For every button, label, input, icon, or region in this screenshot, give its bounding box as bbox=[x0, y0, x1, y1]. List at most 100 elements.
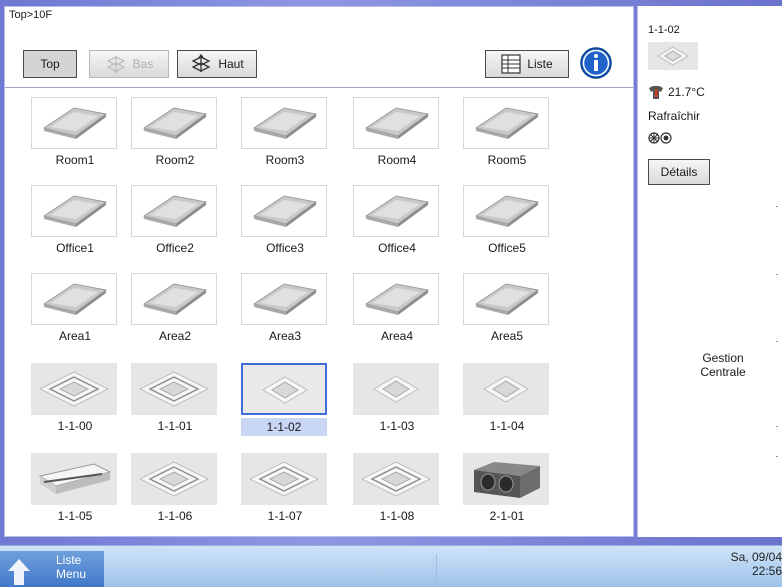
main-panel: Top>10F Top Bas Haut Liste Room1 Room2 R… bbox=[4, 6, 634, 537]
tile-label: 1-1-04 bbox=[489, 419, 525, 433]
tile-label: 1-1-00 bbox=[57, 419, 93, 433]
cassette-small-unit-icon bbox=[373, 375, 419, 403]
tile-image bbox=[353, 453, 439, 505]
date-text: Sa, 09/04 bbox=[730, 550, 782, 564]
tile-image bbox=[131, 97, 217, 149]
room-icon bbox=[474, 283, 540, 315]
haut-button[interactable]: Haut bbox=[177, 50, 257, 78]
tile-image bbox=[31, 453, 117, 505]
bas-button-label: Bas bbox=[132, 57, 154, 71]
tile-image bbox=[131, 453, 217, 505]
scroll-tick bbox=[776, 206, 778, 207]
grid-tile[interactable]: Room4 bbox=[343, 93, 451, 167]
arrow-up-icon bbox=[8, 559, 30, 585]
room-icon bbox=[42, 195, 108, 227]
info-icon[interactable] bbox=[579, 46, 613, 80]
room-icon bbox=[252, 283, 318, 315]
grid-tile[interactable]: Room2 bbox=[121, 93, 229, 167]
room-icon bbox=[474, 195, 540, 227]
grid-tile[interactable]: Room5 bbox=[453, 93, 561, 167]
grid-tile[interactable]: 1-1-01 bbox=[121, 359, 229, 433]
cassette-unit-icon bbox=[138, 461, 210, 497]
grid-tile[interactable]: 1-1-07 bbox=[231, 449, 339, 523]
tile-label: Office2 bbox=[156, 241, 194, 255]
grid-tile[interactable]: Office4 bbox=[343, 181, 451, 255]
grid-tile[interactable]: Area3 bbox=[231, 269, 339, 343]
tile-image bbox=[241, 273, 327, 325]
room-icon bbox=[142, 283, 208, 315]
tile-image bbox=[31, 97, 117, 149]
grid-tile[interactable]: 1-1-03 bbox=[343, 359, 451, 433]
grid-tile[interactable]: Room3 bbox=[231, 93, 339, 167]
details-button[interactable]: Détails bbox=[648, 159, 710, 185]
gestion-line2: Centrale bbox=[700, 365, 746, 379]
liste-button[interactable]: Liste bbox=[485, 50, 569, 78]
ducted-unit-icon bbox=[474, 462, 540, 498]
temperature-row: 21.7°C bbox=[648, 84, 705, 100]
tile-label: Office5 bbox=[488, 241, 526, 255]
fan-speed-icon bbox=[648, 130, 674, 149]
grid-tile[interactable]: 1-1-00 bbox=[21, 359, 129, 433]
tile-image bbox=[353, 185, 439, 237]
tile-label: Area2 bbox=[158, 329, 192, 343]
cassette-unit-icon bbox=[138, 371, 210, 407]
tile-label: Office1 bbox=[56, 241, 94, 255]
grid-tile[interactable]: 1-1-02 bbox=[231, 359, 339, 436]
top-button[interactable]: Top bbox=[23, 50, 77, 78]
tile-image bbox=[463, 97, 549, 149]
tile-label: 2-1-01 bbox=[489, 509, 525, 523]
grid-tile[interactable]: Office1 bbox=[21, 181, 129, 255]
grid-tile[interactable]: Area5 bbox=[453, 269, 561, 343]
grid-tile[interactable]: Area1 bbox=[21, 269, 129, 343]
tile-image bbox=[353, 97, 439, 149]
haut-button-label: Haut bbox=[218, 57, 244, 71]
grid-tile[interactable]: 2-1-01 bbox=[453, 449, 561, 523]
tile-image bbox=[463, 363, 549, 415]
central-management-label: Gestion Centrale bbox=[668, 351, 778, 379]
cassette-unit-icon bbox=[657, 46, 689, 66]
grid-tile[interactable]: 1-1-05 bbox=[21, 449, 129, 523]
scroll-tick bbox=[776, 456, 778, 457]
menu-button[interactable]: Liste Menu bbox=[0, 551, 104, 587]
tile-image bbox=[241, 185, 327, 237]
floor-up-icon bbox=[191, 53, 211, 72]
room-icon bbox=[42, 107, 108, 139]
tile-label: 1-1-08 bbox=[379, 509, 415, 523]
tile-image bbox=[241, 453, 327, 505]
tile-label: Area4 bbox=[380, 329, 414, 343]
tile-image bbox=[353, 273, 439, 325]
grid-tile[interactable]: Office5 bbox=[453, 181, 561, 255]
cassette-unit-icon bbox=[248, 461, 320, 497]
tile-image bbox=[31, 363, 117, 415]
room-icon bbox=[364, 283, 430, 315]
room-icon bbox=[252, 107, 318, 139]
tile-image bbox=[241, 363, 327, 415]
cassette-small-unit-icon bbox=[483, 375, 529, 403]
tile-label: 1-1-06 bbox=[157, 509, 193, 523]
tile-label: Area5 bbox=[490, 329, 524, 343]
grid-tile[interactable]: 1-1-08 bbox=[343, 449, 451, 523]
liste-button-label: Liste bbox=[527, 57, 553, 71]
tile-label: Office4 bbox=[378, 241, 416, 255]
grid-tile[interactable]: Area2 bbox=[121, 269, 229, 343]
tile-image bbox=[131, 185, 217, 237]
tile-image bbox=[463, 453, 549, 505]
room-icon bbox=[474, 107, 540, 139]
tile-label: Room4 bbox=[377, 153, 417, 167]
room-icon bbox=[364, 195, 430, 227]
tile-image bbox=[241, 97, 327, 149]
tile-image bbox=[31, 273, 117, 325]
grid-tile[interactable]: Office2 bbox=[121, 181, 229, 255]
tile-label: 1-1-02 bbox=[241, 418, 327, 436]
room-icon bbox=[252, 195, 318, 227]
tile-label: Room2 bbox=[155, 153, 195, 167]
grid-tile[interactable]: Room1 bbox=[21, 93, 129, 167]
thermometer-icon bbox=[649, 86, 663, 99]
grid-tile[interactable]: 1-1-06 bbox=[121, 449, 229, 523]
grid-tile[interactable]: Office3 bbox=[231, 181, 339, 255]
cassette-unit-icon bbox=[38, 371, 110, 407]
grid-tile[interactable]: Area4 bbox=[343, 269, 451, 343]
bas-button[interactable]: Bas bbox=[89, 50, 169, 78]
tile-label: Area3 bbox=[268, 329, 302, 343]
grid-tile[interactable]: 1-1-04 bbox=[453, 359, 561, 433]
